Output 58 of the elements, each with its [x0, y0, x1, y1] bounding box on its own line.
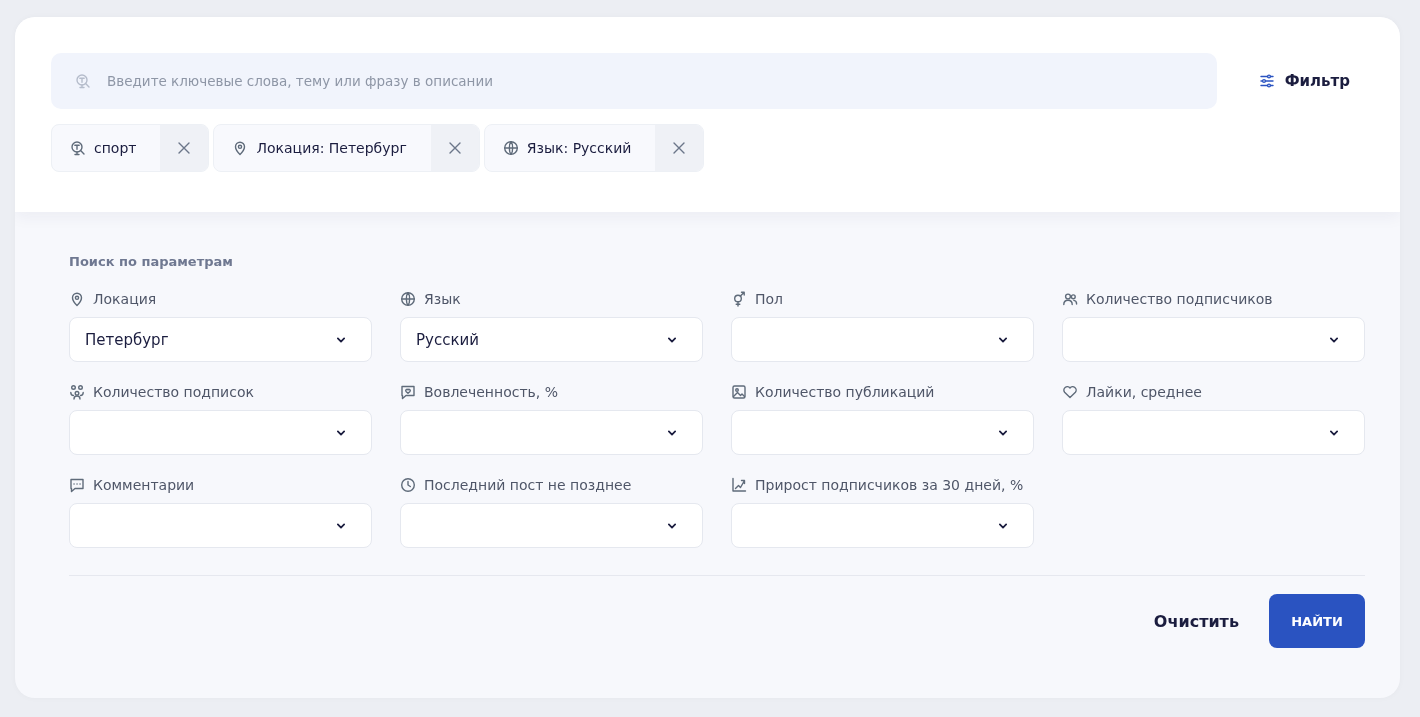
gender-icon — [731, 291, 747, 307]
chevron-down-icon — [999, 336, 1007, 343]
dropdown-field[interactable] — [1062, 410, 1365, 455]
filter-button[interactable]: Фильтр — [1246, 66, 1362, 96]
clock-icon — [400, 477, 416, 493]
chevron-down-icon — [1330, 429, 1338, 436]
search-button[interactable]: НАЙТИ — [1269, 594, 1365, 648]
group-icon — [69, 384, 85, 400]
close-button[interactable] — [160, 125, 209, 171]
image-icon — [731, 384, 747, 400]
chip-label: Локация: Петербург — [214, 125, 431, 171]
field-label: Лайки, среднее — [1086, 384, 1202, 400]
people-icon — [1062, 291, 1078, 307]
chat-bubble-icon — [69, 477, 85, 493]
dropdown-field[interactable] — [1062, 317, 1365, 362]
chip-label: спорт — [52, 125, 161, 171]
search-field[interactable]: Введите ключевые слова, тему или фразу в описании — [51, 53, 1217, 109]
heart-icon — [1062, 384, 1078, 400]
field-label: Пол — [755, 291, 784, 307]
sliders-icon — [1258, 73, 1275, 89]
section-title: Поиск по параметрам — [69, 254, 234, 269]
dropdown-field[interactable] — [731, 317, 1034, 362]
dropdown-field[interactable] — [69, 503, 372, 548]
field-label: Количество публикаций — [755, 384, 935, 400]
chevron-down-icon — [668, 522, 676, 529]
field-label: Вовлеченность, % — [424, 384, 559, 400]
field-label: Количество подписчиков — [1086, 291, 1273, 307]
dropdown-field[interactable] — [69, 410, 372, 455]
growth-chart-icon — [731, 477, 747, 493]
heart-chat-icon — [400, 384, 416, 400]
chevron-down-icon — [999, 522, 1007, 529]
globe-icon — [400, 291, 416, 307]
text-search-icon — [70, 140, 86, 156]
chevron-down-icon — [1330, 336, 1338, 343]
dropdown-field[interactable] — [400, 503, 703, 548]
chevron-down-icon — [337, 429, 345, 436]
dropdown-field[interactable]: Русский — [400, 317, 703, 362]
field-label: Последний пост не позднее — [424, 477, 632, 493]
chevron-down-icon — [668, 336, 676, 343]
chevron-down-icon — [999, 429, 1007, 436]
location-pin-icon — [69, 291, 85, 307]
dropdown-field[interactable] — [400, 410, 703, 455]
chip-label: Язык: Русский — [484, 125, 656, 171]
dropdown-field[interactable] — [731, 503, 1034, 548]
field-label: Язык — [424, 291, 461, 307]
chevron-down-icon — [668, 429, 676, 436]
field-label: Комментарии — [93, 477, 195, 493]
dropdown-field[interactable]: Петербург — [69, 317, 372, 362]
chevron-down-icon — [337, 522, 345, 529]
field-label: Локация — [93, 291, 157, 307]
field-label: Количество подписок — [93, 384, 254, 400]
clear-button[interactable]: Очистить — [1153, 603, 1239, 639]
chevron-down-icon — [337, 336, 345, 343]
globe-icon — [502, 140, 519, 156]
close-button[interactable] — [430, 125, 479, 171]
dropdown-field[interactable] — [731, 410, 1034, 455]
close-button[interactable] — [655, 125, 704, 171]
field-label: Прирост подписчиков за 30 дней, % — [755, 477, 1024, 493]
